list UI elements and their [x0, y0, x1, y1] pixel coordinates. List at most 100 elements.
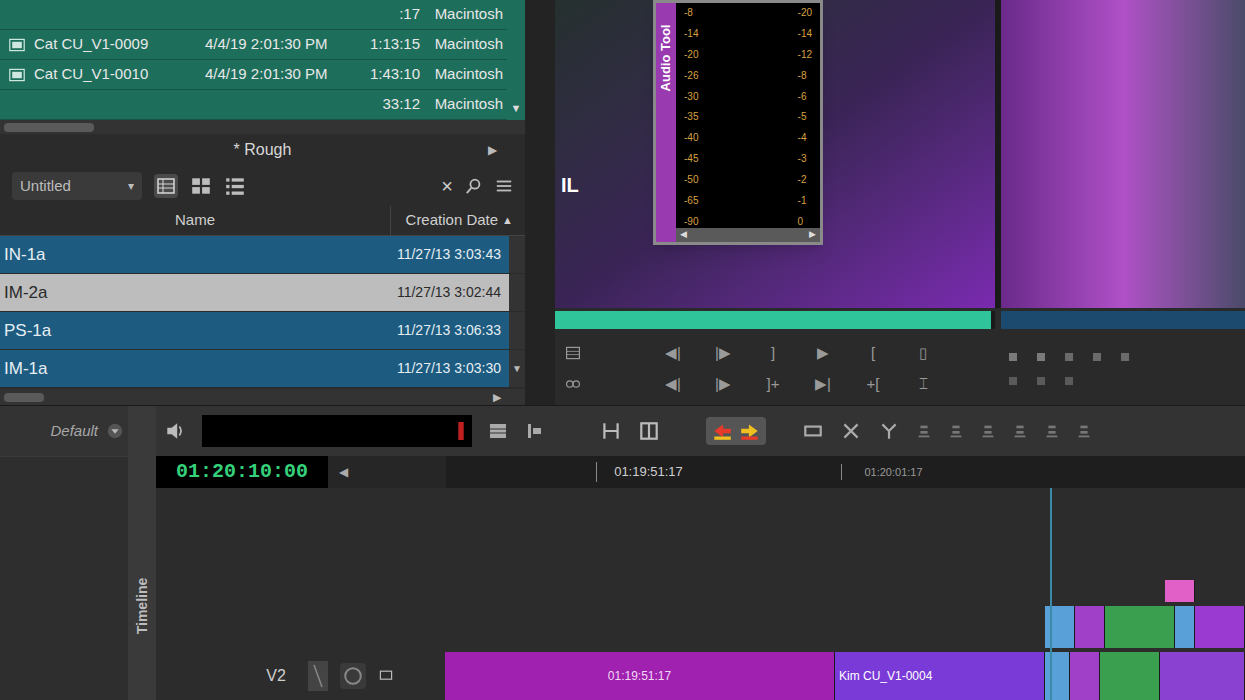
scrollbar[interactable]: [0, 120, 525, 134]
monitor-icon[interactable]: [340, 663, 366, 689]
record-monitor[interactable]: [1001, 0, 1245, 308]
script-view-icon[interactable]: [224, 175, 246, 197]
bin-row[interactable]: Cat CU_V1-00104/4/19 2:01:30 PM1:43:10Ma…: [0, 60, 507, 90]
expand-button[interactable]: ▶: [488, 141, 497, 159]
mark-icon[interactable]: [1035, 375, 1047, 387]
view-dropdown[interactable]: Untitled▾: [12, 172, 142, 200]
track-header[interactable]: [156, 606, 445, 648]
transport-button[interactable]: +[: [863, 373, 883, 396]
mark-icon[interactable]: [1063, 375, 1075, 387]
timecode-menu-button[interactable]: ◀: [328, 463, 358, 481]
timeline-clip[interactable]: [1195, 606, 1245, 648]
clip-name: IM-2a: [0, 280, 374, 306]
extract-icon[interactable]: [737, 420, 763, 442]
timeline-clip[interactable]: [1175, 606, 1195, 648]
timeline-clip[interactable]: [1105, 606, 1175, 648]
track-monitor-icon[interactable]: [378, 668, 394, 684]
segment-icon[interactable]: [802, 420, 824, 442]
timeline-clip[interactable]: Kim CU_V1-0004: [835, 652, 1045, 700]
fast-menu-icon[interactable]: [488, 421, 508, 441]
mark-icon[interactable]: [1063, 351, 1075, 363]
link-icon[interactable]: [563, 376, 583, 392]
timeline-tab[interactable]: Timeline: [128, 406, 156, 700]
lift-icon[interactable]: [709, 420, 735, 442]
column-label: Creation Date: [406, 209, 499, 232]
search-icon[interactable]: [465, 177, 483, 195]
mark-icon[interactable]: [1119, 351, 1131, 363]
edit-tool-icon[interactable]: [916, 422, 932, 440]
mark-icon[interactable]: [1007, 375, 1019, 387]
bin-row[interactable]: PS-1a11/27/13 3:06:33: [0, 312, 525, 350]
scrollbar-thumb[interactable]: [4, 393, 44, 402]
scroll-right-button[interactable]: ▶: [809, 228, 816, 242]
transport-button[interactable]: ]+: [763, 373, 783, 396]
position-bar[interactable]: [555, 311, 995, 329]
frame-view-icon[interactable]: [190, 175, 212, 197]
clip-icon[interactable]: [8, 67, 26, 83]
preset-label: Default: [50, 420, 98, 443]
audio-tool-title-bar[interactable]: Audio Tool: [656, 3, 676, 242]
bin-row[interactable]: IM-1a11/27/13 3:03:30▼: [0, 350, 525, 388]
scroll-left-button[interactable]: ◀: [680, 228, 687, 242]
close-button[interactable]: ×: [441, 171, 453, 201]
track-header[interactable]: V2: [156, 652, 445, 700]
edit-tool-icon[interactable]: [1044, 422, 1060, 440]
mark-icon[interactable]: [1091, 351, 1103, 363]
cut-icon[interactable]: [840, 420, 862, 442]
audio-scrollbar[interactable]: ◀▶: [676, 228, 820, 242]
track-icon[interactable]: [524, 421, 544, 441]
transport-button[interactable]: ]: [763, 342, 783, 365]
mark-icon[interactable]: [1035, 351, 1047, 363]
menu-icon[interactable]: [563, 345, 583, 361]
settings-icon[interactable]: [106, 422, 124, 440]
bin-row[interactable]: IM-2a11/27/13 3:02:44: [0, 274, 525, 312]
transport-button[interactable]: ▶: [813, 342, 833, 365]
track-header[interactable]: [156, 580, 445, 602]
menu-icon[interactable]: [495, 177, 513, 195]
bin-row[interactable]: IN-1a11/27/13 3:03:43: [0, 236, 525, 274]
splice-icon[interactable]: [600, 420, 622, 442]
timeline-clip[interactable]: [1100, 652, 1160, 700]
edit-tool-icon[interactable]: [948, 422, 964, 440]
list-view-icon[interactable]: [154, 174, 178, 198]
view-label: Untitled: [20, 175, 71, 198]
overwrite-icon[interactable]: [638, 420, 660, 442]
audio-tool-window[interactable]: Audio Tool-8-14-20-26-30-35-40-45-50-65-…: [653, 0, 823, 245]
timeline-clip[interactable]: 01:19:51:17: [445, 652, 835, 700]
bin-row[interactable]: :17Macintosh: [0, 0, 507, 30]
scroll-down-button[interactable]: ▼: [512, 361, 522, 376]
transport-button[interactable]: ◀|: [663, 373, 683, 396]
timeline-clip[interactable]: [1160, 652, 1245, 700]
transport-button[interactable]: ⌶: [913, 373, 933, 396]
timecode: 01:20:10:00: [176, 457, 308, 487]
edit-tool-icon[interactable]: [1076, 422, 1092, 440]
edit-tool-icon[interactable]: [1012, 422, 1028, 440]
scroll-right-button[interactable]: ▶: [493, 389, 521, 406]
bin-row[interactable]: Cat CU_V1-00094/4/19 2:01:30 PM1:13:15Ma…: [0, 30, 507, 60]
level-marker-icon[interactable]: [458, 422, 464, 440]
transport-button[interactable]: ▶|: [813, 373, 833, 396]
timeline-clip[interactable]: [1045, 652, 1070, 700]
timeline-clip[interactable]: [1075, 606, 1105, 648]
source-monitor[interactable]: ILAudio Tool-8-14-20-26-30-35-40-45-50-6…: [555, 0, 995, 308]
timeline-ruler[interactable]: 01:19:51:1701:20:01:17: [446, 456, 1245, 488]
transport-button[interactable]: ▯: [913, 342, 933, 365]
bin-row[interactable]: 33:12Macintosh: [0, 90, 507, 120]
sync-lock-icon[interactable]: [308, 661, 328, 691]
timeline-clip[interactable]: [1070, 652, 1100, 700]
transport-button[interactable]: ◀|: [663, 342, 683, 365]
transport-button[interactable]: [: [863, 342, 883, 365]
playhead[interactable]: [1050, 488, 1052, 700]
speaker-icon[interactable]: [164, 420, 186, 442]
clip-icon[interactable]: [8, 37, 26, 53]
scroll-down-button[interactable]: ▼: [511, 100, 522, 117]
mark-icon[interactable]: [1007, 351, 1019, 363]
transport-button[interactable]: |▶: [713, 373, 733, 396]
trim-icon[interactable]: [878, 420, 900, 442]
timeline-clip[interactable]: [1165, 580, 1195, 602]
record-position-bar[interactable]: [1001, 311, 1245, 329]
column-header[interactable]: Name: [0, 209, 390, 232]
transport-button[interactable]: |▶: [713, 342, 733, 365]
column-header[interactable]: Creation Date▲: [390, 206, 525, 235]
edit-tool-icon[interactable]: [980, 422, 996, 440]
